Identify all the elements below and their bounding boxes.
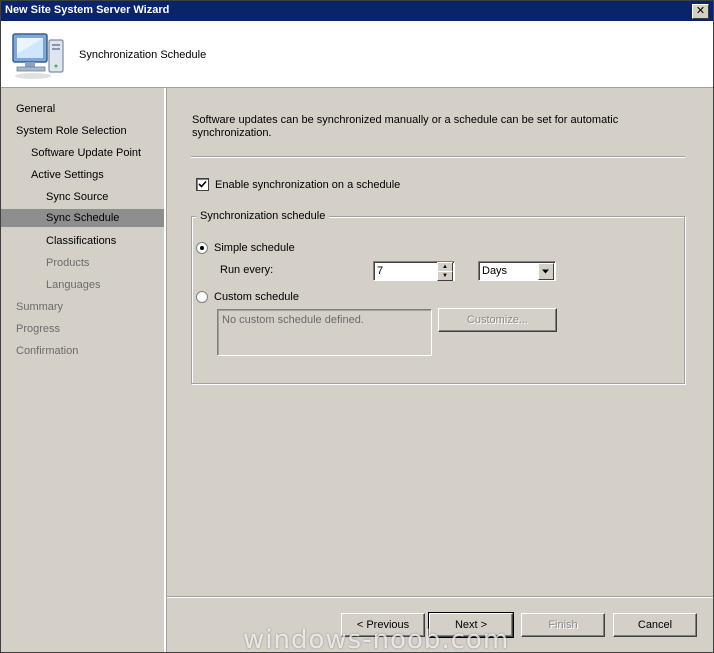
wizard-window: New Site System Server Wizard ✕ Synchron… [0, 0, 714, 653]
intro-text: Software updates can be synchronized man… [192, 114, 619, 139]
nav-item-software-update-point[interactable]: Software Update Point [1, 144, 194, 162]
simple-schedule-label[interactable]: Simple schedule [214, 242, 295, 254]
custom-schedule-text: No custom schedule defined. [222, 314, 364, 326]
custom-schedule-radio[interactable] [196, 291, 208, 303]
unit-value: Days [482, 265, 508, 277]
close-button[interactable]: ✕ [692, 4, 709, 19]
run-every-value: 7 [377, 265, 384, 277]
nav-item-summary[interactable]: Summary [1, 298, 179, 316]
close-icon: ✕ [695, 5, 706, 17]
content-panel: Software updates can be synchronized man… [167, 88, 713, 652]
nav-item-system-role-selection[interactable]: System Role Selection [1, 122, 179, 140]
run-every-label: Run every: [220, 264, 274, 276]
cancel-button[interactable]: Cancel [613, 613, 697, 637]
wizard-steps-nav: General System Role Selection Software U… [1, 88, 166, 652]
nav-item-general[interactable]: General [1, 100, 179, 118]
spin-down-button[interactable]: ▼ [437, 271, 453, 281]
simple-schedule-radio[interactable] [196, 242, 208, 254]
dropdown-button[interactable] [538, 263, 554, 280]
nav-item-active-settings[interactable]: Active Settings [1, 166, 194, 184]
group-title: Synchronization schedule [196, 210, 330, 222]
checkmark-icon [198, 180, 207, 188]
title-bar[interactable]: New Site System Server Wizard ✕ [1, 1, 713, 21]
enable-sync-checkbox[interactable] [196, 178, 209, 191]
customize-button[interactable]: Customize... [438, 308, 557, 332]
custom-schedule-display: No custom schedule defined. [217, 309, 432, 356]
custom-schedule-label[interactable]: Custom schedule [214, 291, 299, 303]
window-title: New Site System Server Wizard [5, 4, 170, 16]
radio-selected-dot [200, 246, 204, 250]
enable-sync-label[interactable]: Enable synchronization on a schedule [215, 179, 400, 191]
page-title: Synchronization Schedule [79, 49, 207, 61]
unit-select[interactable]: Days [478, 261, 556, 281]
chevron-down-icon [542, 269, 549, 274]
divider [191, 156, 685, 158]
footer-divider [167, 596, 713, 598]
wizard-header: Synchronization Schedule [1, 21, 713, 88]
finish-button[interactable]: Finish [521, 613, 605, 637]
computer-icon [12, 33, 64, 79]
nav-item-sync-schedule[interactable]: Sync Schedule [1, 209, 164, 227]
watermark-text: windows-noob.com [243, 625, 510, 653]
nav-item-progress[interactable]: Progress [1, 320, 179, 338]
nav-item-confirmation[interactable]: Confirmation [1, 342, 179, 360]
run-every-spinner[interactable]: 7 ▲ ▼ [373, 261, 455, 281]
